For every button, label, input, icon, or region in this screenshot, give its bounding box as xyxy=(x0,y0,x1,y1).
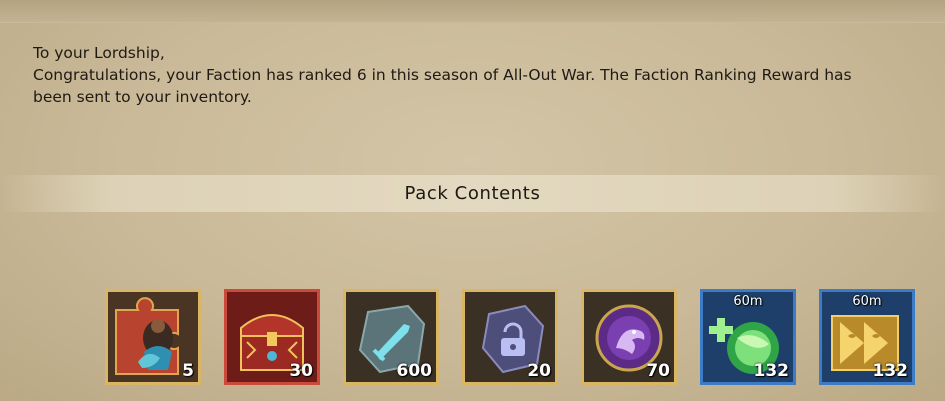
reward-item-slot[interactable]: 30 xyxy=(224,289,320,385)
pack-contents-title: Pack Contents xyxy=(404,183,541,204)
reward-item-slot[interactable]: 60m 132 xyxy=(819,289,915,385)
item-count: 5 xyxy=(182,361,194,381)
mail-text-line: been sent to your inventory. xyxy=(33,88,252,106)
mail-text-line: Congratulations, your Faction has ranked… xyxy=(33,66,852,84)
item-duration: 60m xyxy=(852,294,882,309)
item-count: 20 xyxy=(527,361,551,381)
item-count: 600 xyxy=(396,361,433,381)
reward-item-slot[interactable]: 600 xyxy=(343,289,439,385)
reward-item-slot[interactable]: 60m 132 xyxy=(700,289,796,385)
mail-greeting: To your Lordship, xyxy=(33,44,165,62)
item-count: 30 xyxy=(289,361,313,381)
top-divider-band xyxy=(0,0,945,23)
item-count: 132 xyxy=(753,361,790,381)
item-count: 70 xyxy=(646,361,670,381)
item-duration: 60m xyxy=(733,294,763,309)
mail-body: To your Lordship, Congratulations, your … xyxy=(33,42,913,108)
item-count: 132 xyxy=(872,361,909,381)
reward-item-slot[interactable]: 20 xyxy=(462,289,558,385)
reward-item-slot[interactable]: 70 xyxy=(581,289,677,385)
pack-contents-header: Pack Contents xyxy=(0,175,945,212)
reward-item-slot[interactable]: 5 xyxy=(105,289,201,385)
